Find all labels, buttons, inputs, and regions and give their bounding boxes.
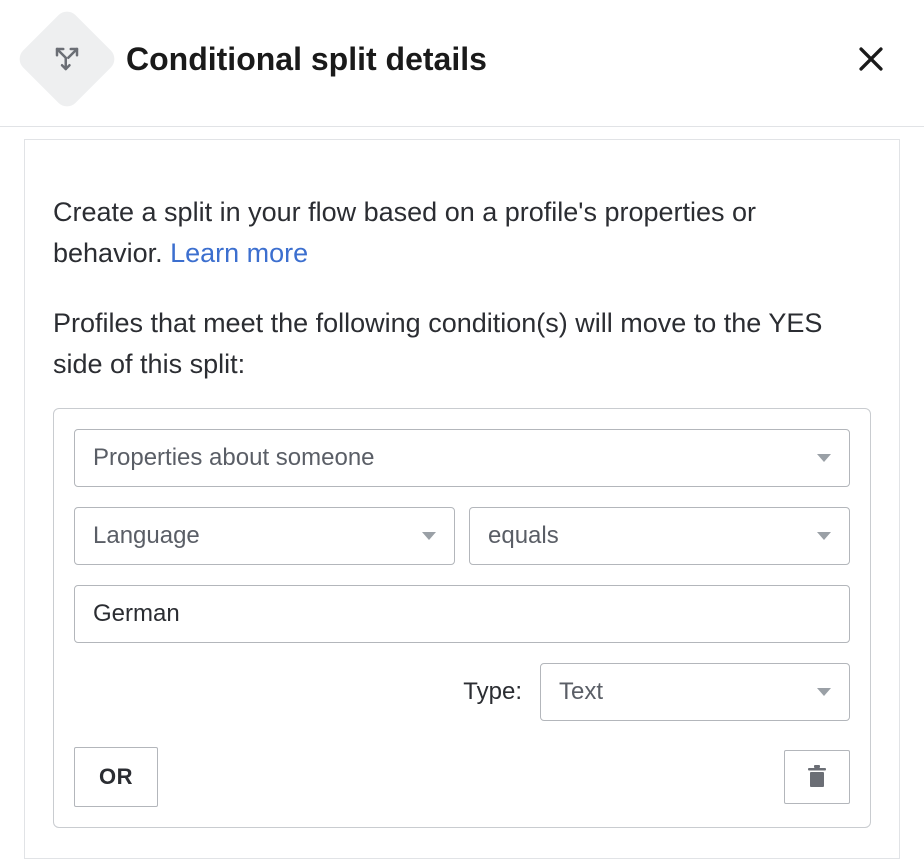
chevron-down-icon [817, 453, 831, 463]
type-select[interactable]: Text [540, 663, 850, 721]
delete-condition-button[interactable] [784, 750, 850, 804]
add-or-button[interactable]: OR [74, 747, 158, 807]
property-operator-row: Language equals [74, 507, 850, 565]
operator-select[interactable]: equals [469, 507, 850, 565]
intro-text: Create a split in your flow based on a p… [53, 192, 871, 273]
panel-title: Conditional split details [126, 41, 826, 78]
condition-type-select[interactable]: Properties about someone [74, 429, 850, 487]
chevron-down-icon [817, 531, 831, 541]
trash-icon [807, 765, 827, 789]
operator-value: equals [488, 522, 559, 550]
intro-text-prefix: Create a split in your flow based on a p… [53, 197, 756, 268]
property-value: Language [93, 522, 200, 550]
type-label: Type: [463, 678, 522, 706]
panel-body: Create a split in your flow based on a p… [0, 127, 924, 859]
type-row: Type: Text [74, 663, 850, 721]
panel-content: Create a split in your flow based on a p… [24, 139, 900, 859]
condition-type-value: Properties about someone [93, 444, 375, 472]
split-icon-badge [15, 7, 120, 112]
value-input[interactable] [74, 585, 850, 643]
chevron-down-icon [422, 531, 436, 541]
property-select[interactable]: Language [74, 507, 455, 565]
close-icon [854, 42, 888, 76]
card-actions-row: OR [74, 747, 850, 807]
panel-header: Conditional split details [0, 0, 924, 127]
split-icon [52, 44, 82, 74]
condition-card: Properties about someone Language equals [53, 408, 871, 828]
close-button[interactable] [848, 36, 894, 82]
type-value: Text [559, 678, 603, 706]
chevron-down-icon [817, 687, 831, 697]
learn-more-link[interactable]: Learn more [170, 238, 308, 268]
condition-subheading: Profiles that meet the following conditi… [53, 303, 871, 384]
